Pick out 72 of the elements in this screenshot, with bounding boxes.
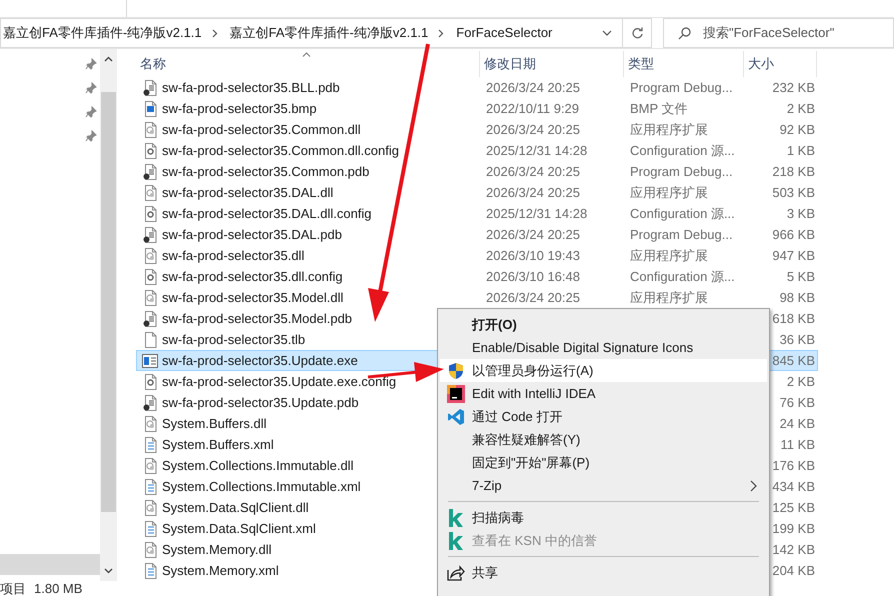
file-name: sw-fa-prod-selector35.BLL.pdb <box>162 78 340 97</box>
file-size: 966 KB <box>772 226 815 244</box>
date-modified: 2026/3/10 16:48 <box>486 268 580 284</box>
item-count: 项目 <box>0 581 26 596</box>
date-modified: 2026/3/10 19:43 <box>486 248 580 263</box>
file-size: 618 KB <box>772 310 815 328</box>
file-type: Program Debug... <box>630 80 733 95</box>
file-size: 199 KB <box>772 520 815 538</box>
file-type: 应用程序扩展 <box>630 290 708 305</box>
file-size: 98 KB <box>780 288 815 307</box>
file-name: System.Data.SqlClient.dll <box>162 498 309 517</box>
file-name: sw-fa-prod-selector35.Common.dll <box>162 120 361 139</box>
file-name: sw-fa-prod-selector35.Model.dll <box>162 288 344 307</box>
file-type: Configuration 源... <box>630 142 735 158</box>
file-name: sw-fa-prod-selector35.dll <box>162 246 304 265</box>
file-name: System.Buffers.dll <box>162 414 267 433</box>
file-name: System.Data.SqlClient.xml <box>162 520 316 538</box>
file-name: sw-fa-prod-selector35.dll.config <box>162 268 343 286</box>
file-size: 947 KB <box>772 246 815 265</box>
file-name: sw-fa-prod-selector35.DAL.dll.config <box>162 204 372 223</box>
file-size: 125 KB <box>772 498 815 517</box>
file-type: Program Debug... <box>630 226 733 242</box>
file-name: sw-fa-prod-selector35.Common.dll.config <box>162 142 399 160</box>
file-size: 1 KB <box>786 142 815 160</box>
date-modified: 2026/3/24 20:25 <box>486 122 580 137</box>
file-size: 3 KB <box>786 204 815 223</box>
file-size: 204 KB <box>772 562 815 580</box>
date-modified: 2025/12/31 14:28 <box>486 206 588 221</box>
file-type: 应用程序扩展 <box>630 184 708 200</box>
file-size: 845 KB <box>772 352 815 370</box>
file-name: System.Collections.Immutable.xml <box>162 478 361 496</box>
file-name: System.Collections.Immutable.dll <box>162 456 354 475</box>
file-type: Configuration 源... <box>630 206 735 221</box>
file-size: 218 KB <box>772 162 815 181</box>
file-name: sw-fa-prod-selector35.Common.pdb <box>162 162 370 181</box>
file-name: sw-fa-prod-selector35.DAL.dll <box>162 184 334 202</box>
file-size: 176 KB <box>772 456 815 475</box>
file-name: sw-fa-prod-selector35.tlb <box>162 330 306 349</box>
file-name: sw-fa-prod-selector35.Model.pdb <box>162 310 352 328</box>
file-size: 434 KB <box>772 478 815 496</box>
file-name: System.Memory.xml <box>162 562 279 580</box>
file-size: 503 KB <box>772 184 815 202</box>
file-size: 92 KB <box>780 120 815 139</box>
file-size: 2 KB <box>786 100 815 118</box>
file-name: sw-fa-prod-selector35.Update.exe <box>162 352 358 370</box>
date-modified: 2026/3/24 20:25 <box>486 184 580 200</box>
file-type: Program Debug... <box>630 164 733 179</box>
file-size: 2 KB <box>786 372 815 391</box>
file-name: sw-fa-prod-selector35.Update.pdb <box>162 394 359 412</box>
file-name: System.Memory.dll <box>162 540 272 559</box>
file-size: 24 KB <box>780 414 815 433</box>
file-name: sw-fa-prod-selector35.DAL.pdb <box>162 226 342 244</box>
selection-size: 1.80 MB <box>34 581 82 596</box>
file-name: sw-fa-prod-selector35.bmp <box>162 100 317 118</box>
file-type: 应用程序扩展 <box>630 122 708 137</box>
date-modified: 2026/3/24 20:25 <box>486 226 580 242</box>
file-size: 5 KB <box>786 268 815 286</box>
date-modified: 2026/3/24 20:25 <box>486 290 580 305</box>
date-modified: 2022/10/11 9:29 <box>486 100 580 116</box>
file-type: Configuration 源... <box>630 268 735 284</box>
date-modified: 2026/3/24 20:25 <box>486 80 580 95</box>
file-size: 36 KB <box>780 330 815 349</box>
file-size: 142 KB <box>772 540 815 559</box>
file-size: 11 KB <box>780 436 815 454</box>
file-size: 76 KB <box>780 394 815 412</box>
file-name: sw-fa-prod-selector35.Update.exe.config <box>162 372 396 391</box>
file-name: System.Buffers.xml <box>162 436 274 454</box>
file-type: 应用程序扩展 <box>630 248 708 263</box>
file-type: BMP 文件 <box>630 100 688 116</box>
date-modified: 2026/3/24 20:25 <box>486 164 580 179</box>
file-size: 232 KB <box>772 78 815 97</box>
date-modified: 2025/12/31 14:28 <box>486 142 588 158</box>
